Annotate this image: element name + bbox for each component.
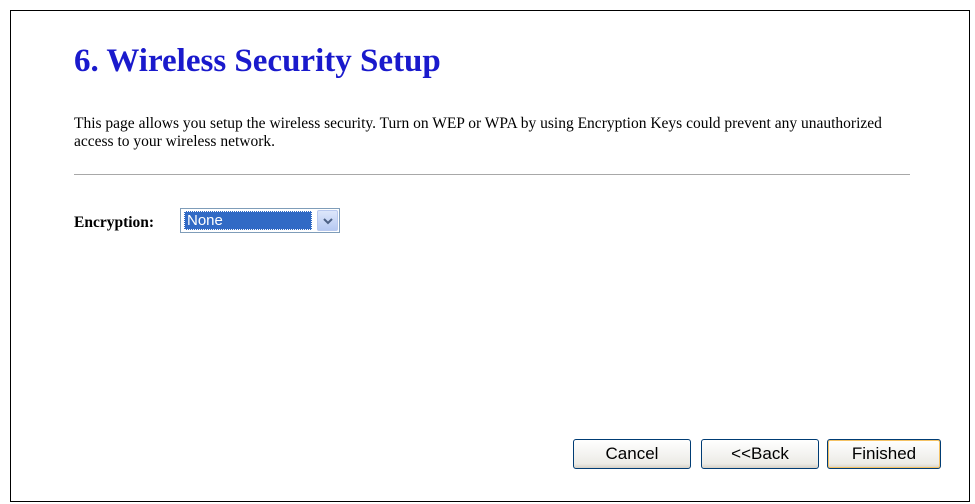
page-description: This page allows you setup the wireless … [74, 115, 882, 150]
encryption-select[interactable]: None [180, 208, 340, 233]
cancel-button[interactable]: Cancel [573, 439, 691, 469]
back-button[interactable]: <<Back [701, 439, 819, 469]
chevron-down-icon [323, 218, 333, 225]
divider [74, 174, 910, 175]
page-title: 6. Wireless Security Setup [74, 43, 441, 79]
finished-button[interactable]: Finished [827, 439, 941, 469]
wizard-panel: 6. Wireless Security Setup This page all… [10, 10, 970, 502]
dropdown-arrow-button[interactable] [317, 210, 338, 231]
encryption-selected-value: None [184, 211, 312, 230]
encryption-label: Encryption: [74, 214, 155, 231]
